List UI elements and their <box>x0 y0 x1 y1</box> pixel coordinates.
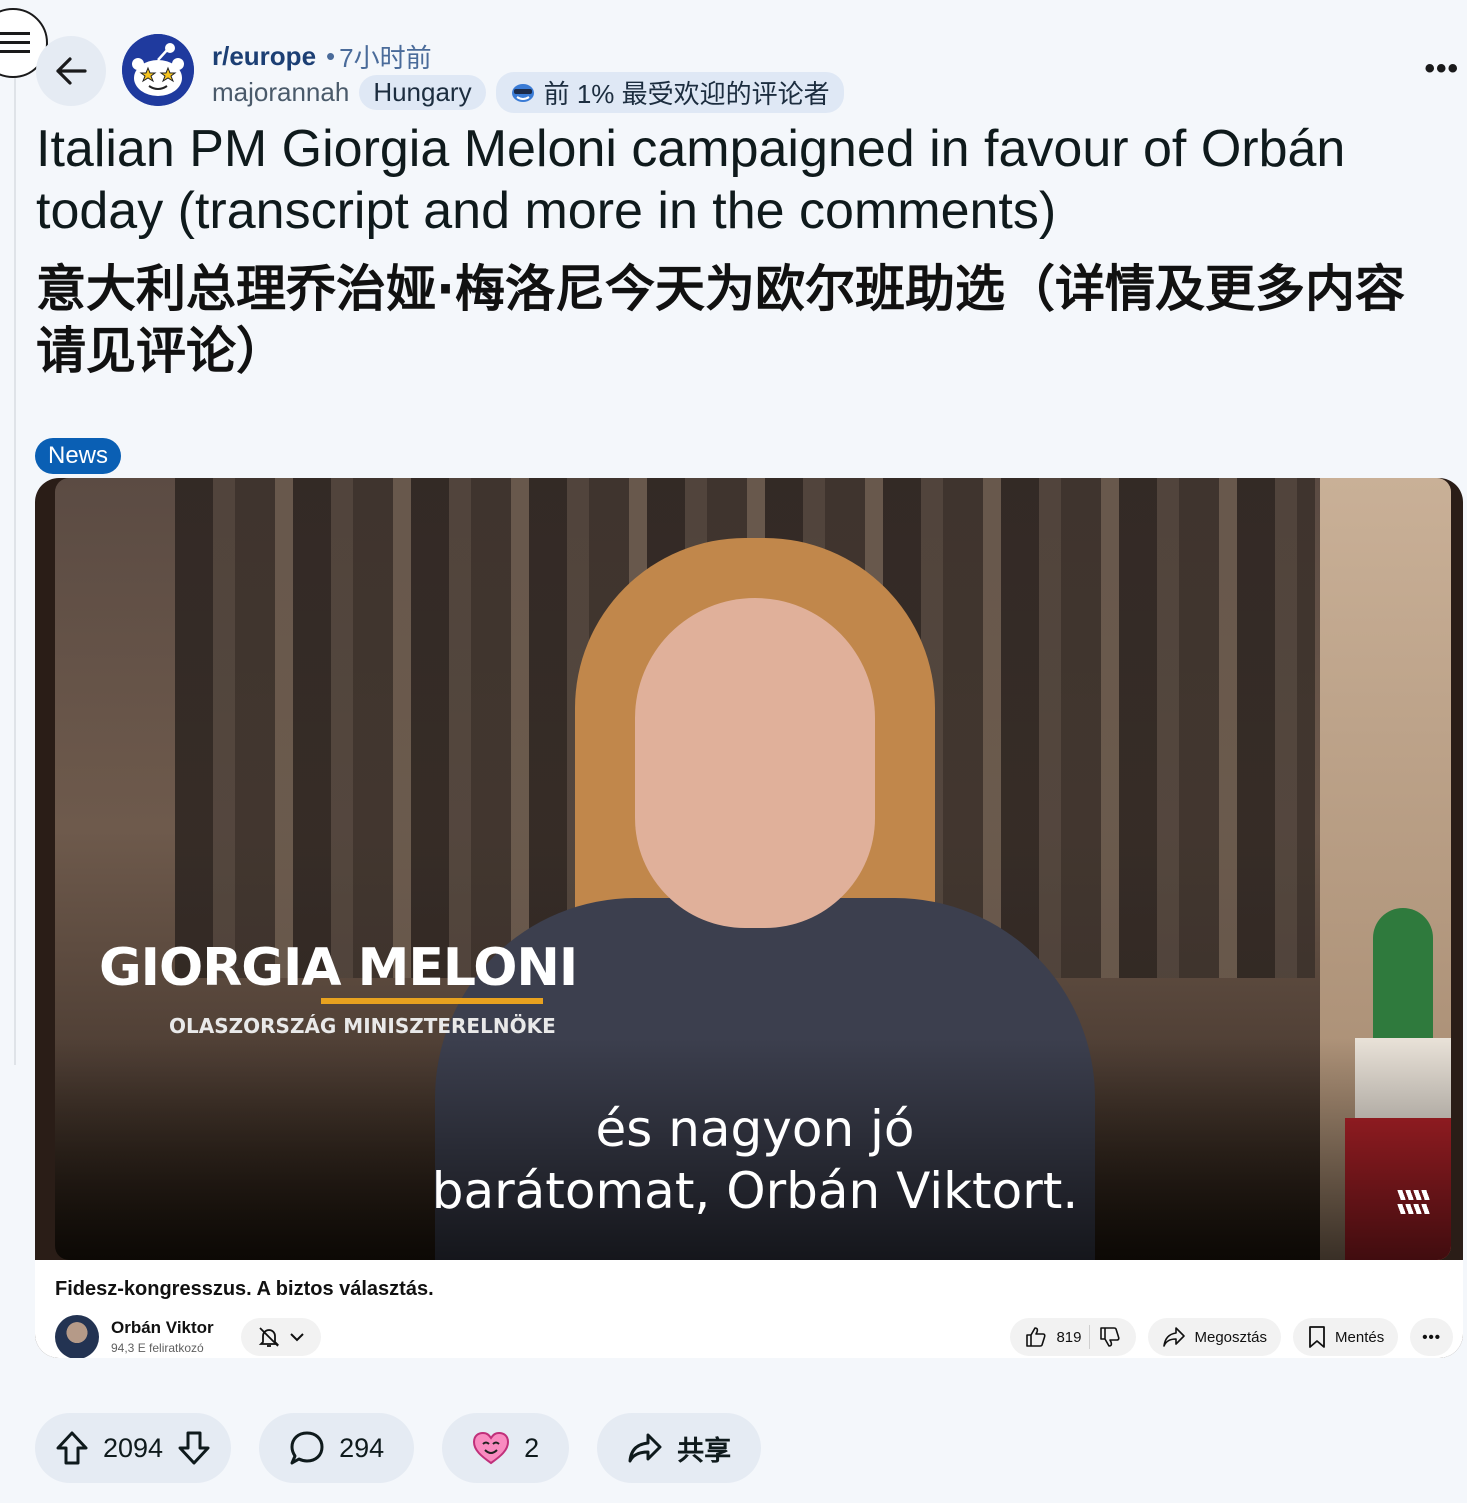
youtube-video-title[interactable]: Fidesz-kongresszus. A biztos választás. <box>55 1278 434 1301</box>
back-button[interactable] <box>36 36 106 106</box>
chevron-down-icon <box>290 1333 304 1342</box>
upvote-icon[interactable] <box>55 1430 89 1466</box>
youtube-save-button[interactable]: Mentés <box>1293 1318 1399 1356</box>
comment-bubble-icon <box>290 1431 324 1465</box>
subreddit-link[interactable]: r/europe <box>212 41 316 72</box>
heart-face-award-icon <box>473 1431 510 1465</box>
user-flair-label: Hungary <box>373 77 472 107</box>
post-title-chinese: 意大利总理乔治娅·梅洛尼今天为欧尔班助选（详情及更多内容请见评论） <box>36 260 1405 380</box>
snoo-icon <box>122 34 194 106</box>
post-meta-primary: r/europe • 7小时前 <box>212 38 432 75</box>
comment-count: 294 <box>339 1432 385 1463</box>
share-button[interactable]: 共享 <box>597 1413 762 1483</box>
more-options-button[interactable]: ••• <box>1424 52 1459 86</box>
commenter-badge-icon <box>511 83 534 102</box>
bookmark-icon <box>1309 1326 1325 1348</box>
youtube-share-button[interactable]: Megosztás <box>1148 1318 1282 1356</box>
post-title-english: Italian PM Giorgia Meloni campaigned in … <box>36 120 1346 240</box>
arrow-left-icon <box>56 57 87 85</box>
youtube-share-label: Megosztás <box>1194 1328 1268 1346</box>
post-flair[interactable]: News <box>35 438 122 474</box>
post-meta-secondary: majorannah Hungary 前 1% 最受欢迎的评论者 <box>212 72 844 113</box>
share-arrow-icon <box>628 1433 662 1463</box>
youtube-more-button[interactable]: ••• <box>1410 1318 1453 1356</box>
subreddit-avatar[interactable] <box>122 34 194 106</box>
channel-watermark-icon <box>1391 1190 1437 1240</box>
hamburger-icon <box>0 32 30 53</box>
youtube-info-bar: Fidesz-kongresszus. A biztos választás. … <box>35 1260 1463 1358</box>
speaker-face <box>635 598 875 928</box>
thumbs-up-icon[interactable] <box>1024 1325 1048 1349</box>
comments-button[interactable]: 294 <box>259 1413 415 1483</box>
downvote-icon[interactable] <box>177 1430 211 1466</box>
video-embed[interactable]: GIORGIA MELONI OLASZORSZÁG MINISZTERELNÖ… <box>35 478 1463 1358</box>
post-action-bar: 2094 294 2 共享 <box>35 1413 762 1483</box>
subtitle-line-1: és nagyon jó <box>595 1100 915 1158</box>
like-count: 819 <box>1056 1328 1082 1346</box>
user-flair: Hungary <box>359 75 486 110</box>
subtitle-line-2: barátomat, Orbán Viktort. <box>431 1162 1079 1220</box>
share-arrow-icon <box>1163 1327 1186 1347</box>
youtube-save-label: Mentés <box>1335 1328 1385 1346</box>
channel-avatar[interactable] <box>55 1315 99 1358</box>
award-count: 2 <box>524 1432 540 1463</box>
lower-third-role: OLASZORSZÁG MINISZTERELNÖKE <box>169 1014 556 1038</box>
bell-off-icon <box>258 1327 280 1347</box>
top-commenter-badge[interactable]: 前 1% 最受欢迎的评论者 <box>495 72 844 113</box>
youtube-actions: 819 Megosztás Mentés ••• <box>1010 1318 1453 1356</box>
award-button[interactable]: 2 <box>442 1413 570 1483</box>
ellipsis-icon: ••• <box>1424 52 1459 85</box>
author-link[interactable]: majorannah <box>212 77 349 108</box>
channel-subscribers: 94,3 E feliratkozó <box>111 1341 204 1355</box>
separator-dot: • <box>326 41 336 71</box>
notification-toggle[interactable] <box>241 1318 321 1356</box>
thumbs-down-icon[interactable] <box>1098 1325 1122 1349</box>
badge-label: 前 1% 最受欢迎的评论者 <box>543 79 830 109</box>
video-player[interactable]: GIORGIA MELONI OLASZORSZÁG MINISZTERELNÖ… <box>55 478 1451 1260</box>
vote-count: 2094 <box>103 1432 164 1463</box>
video-subtitle: és nagyon jó barátomat, Orbán Viktort. <box>375 1098 1135 1222</box>
thread-rule <box>14 60 16 1065</box>
ellipsis-icon: ••• <box>1422 1328 1441 1346</box>
like-dislike-group: 819 <box>1010 1318 1137 1356</box>
share-label: 共享 <box>677 1435 732 1467</box>
post-time: 7小时前 <box>339 43 432 73</box>
channel-name[interactable]: Orbán Viktor <box>111 1318 214 1338</box>
like-separator <box>1089 1325 1091 1349</box>
flag-green-stripe <box>1373 908 1433 1038</box>
lower-third-name: GIORGIA MELONI <box>99 938 578 998</box>
vote-control: 2094 <box>35 1413 232 1483</box>
lower-third-bar <box>321 998 543 1004</box>
